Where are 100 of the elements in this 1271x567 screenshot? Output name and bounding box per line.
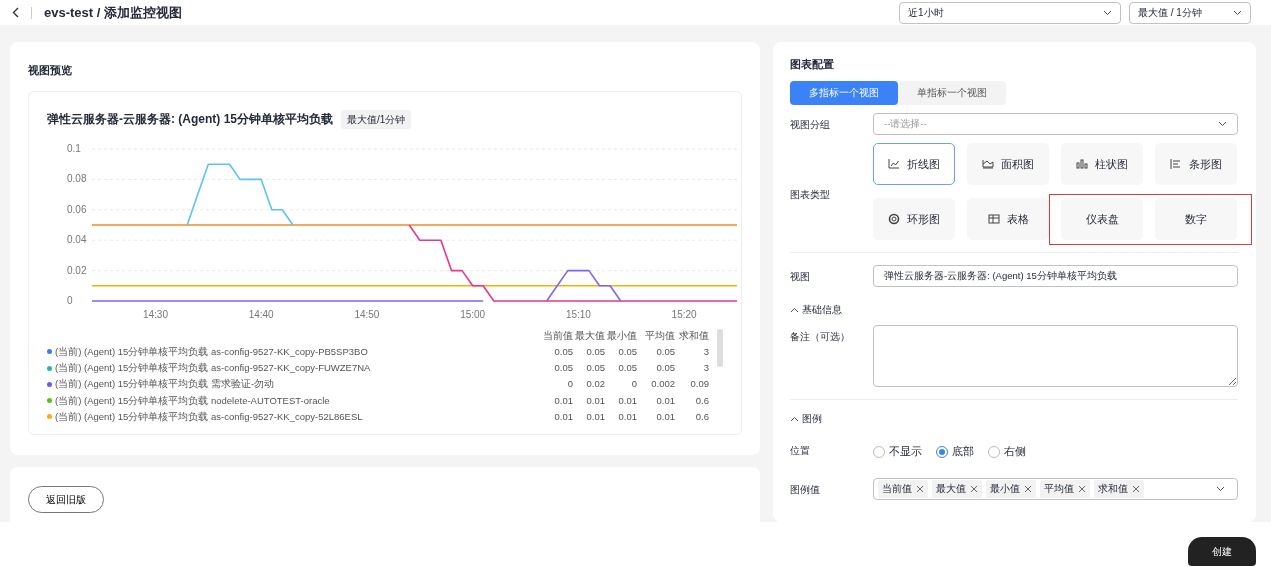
axis-tick-label: 15:10 [565,308,591,320]
legend-value: 0 [630,377,637,392]
view-mode-tab[interactable]: 多指标一个视图 [790,80,898,105]
time-range-select[interactable]: 近1小时 [899,1,1121,24]
aggregation-tag: 最大值/1分钟 [341,109,412,129]
chart-type-option[interactable]: 表格 [967,197,1049,240]
legend-position-radio[interactable]: 右侧 [988,443,1032,460]
create-button[interactable]: 创建 [1188,537,1256,566]
close-icon[interactable] [1078,484,1086,493]
legend-value: 0.01 [655,409,675,424]
legend-value: 0.01 [617,393,637,408]
legend-series-name: (当前) (Agent) 15分钟单核平均负载 nodelete-AUTOTEST-oracle [55,393,330,408]
area-chart-icon [982,157,994,170]
legend-column-header: 最大值 [574,328,605,343]
line-chart-icon [888,157,900,170]
donut-chart-icon [888,212,900,225]
legend-series-name: (当前) (Agent) 15分钟单核平均负载 需求验证-勿动 [55,377,275,392]
legend-value: 0.05 [655,361,675,375]
selected-value-tag: 求和值 [1094,479,1144,498]
table-icon [987,212,1000,225]
legend-position-radio[interactable]: 不显示 [873,443,928,460]
page-title: evs-test / 添加监控视图 [44,3,182,22]
legend-value: 0.01 [617,409,637,424]
chevron-down-icon [1103,9,1112,16]
close-icon[interactable] [1024,484,1032,493]
selected-value-tag: 最小值 [986,479,1036,498]
axis-tick-label: 0.08 [67,172,87,184]
field-label: 位置 [790,444,811,459]
legend-value: 0.6 [694,393,709,408]
section-title: 图表配置 [790,57,835,72]
legend-value: 0.05 [553,344,573,359]
close-icon[interactable] [916,484,924,493]
legend-value: 0.02 [585,377,605,392]
chart-type-option[interactable]: 面积图 [967,142,1049,185]
bar-chart-icon [1170,157,1182,170]
legend-value: 0.002 [650,377,675,392]
axis-tick-label: 15:00 [460,308,486,320]
axis-tick-label: 14:40 [248,308,274,320]
legend-value: 3 [702,344,709,359]
field-label: 视图 [790,269,811,284]
close-icon[interactable] [1132,484,1140,493]
section-title: 视图预览 [28,63,73,78]
legend-value: 0.05 [585,344,605,359]
axis-tick-label: 0.06 [67,203,87,215]
legend-series-name: (当前) (Agent) 15分钟单核平均负载 as-config-9527-KK_copy-52L86ESL [55,409,363,424]
axis-tick-label: 0.1 [67,142,81,154]
chevron-down-icon [1216,485,1225,492]
axis-tick-label: 0.04 [67,233,87,245]
chart-type-option[interactable]: 仪表盘 [1061,197,1143,240]
legend-values-select[interactable]: 当前值 最大值 最小值 平均值 求和值 [873,477,1238,500]
legend-series-name: (当前) (Agent) 15分钟单核平均负载 as-config-9527-KK_copy-PB5SP3BO [55,344,368,359]
legend-value: 0.05 [617,344,637,359]
selected-value-tag: 平均值 [1040,479,1090,498]
field-label: 图表类型 [790,187,831,202]
scrollbar[interactable] [717,328,723,367]
chart-type-option[interactable]: 条形图 [1155,142,1237,185]
legend-value: 0.09 [689,377,709,392]
back-icon[interactable] [12,7,19,18]
chevron-down-icon [1218,120,1227,127]
legend-value: 0.05 [553,361,573,375]
close-icon[interactable] [970,484,978,493]
legend-value: 0.01 [585,409,605,424]
section-toggle[interactable]: 基础信息 [790,302,1238,317]
axis-tick-label: 0.02 [67,264,87,276]
view-name-field[interactable]: 弹性云服务器-云服务器: (Agent) 15分钟单核平均负载 [873,264,1238,287]
selected-value-tag: 当前值 [878,479,928,498]
chart-type-option[interactable]: 柱状图 [1061,142,1143,185]
field-label: 图例值 [790,482,821,497]
legend-value: 0.01 [655,393,675,408]
chart-title: 弹性云服务器-云服务器: (Agent) 15分钟单核平均负载 [47,111,333,128]
axis-tick-label: 14:30 [142,308,168,320]
field-label: 备注（可选） [790,330,851,344]
legend-value: 0 [566,377,573,392]
legend-value: 0.01 [585,393,605,408]
chart-type-option[interactable]: 数字 [1155,197,1237,240]
legend-column-header: 最小值 [606,328,637,343]
back-to-old-version-button[interactable]: 返回旧版 [28,486,104,513]
legend-value: 0.05 [617,361,637,375]
legend-position-radio[interactable]: 底部 [936,443,980,460]
chart-type-option[interactable]: 环形图 [873,197,955,240]
legend-value: 0.05 [655,344,675,359]
column-chart-icon [1076,157,1088,170]
selected-value-tag: 最大值 [932,479,982,498]
section-toggle[interactable]: 图例 [790,412,1238,427]
axis-tick-label: 14:50 [354,308,380,320]
legend-column-header: 平均值 [644,328,675,343]
axis-tick-label: 0 [67,294,73,306]
legend-value: 3 [702,361,709,375]
chevron-down-icon [1233,9,1242,16]
chart-type-option[interactable]: 折线图 [873,142,955,185]
legend-column-header: 当前值 [542,328,573,343]
field-label: 视图分组 [790,117,831,132]
axis-tick-label: 15:20 [671,308,697,320]
legend-series-name: (当前) (Agent) 15分钟单核平均负载 as-config-9527-KK_copy-FUWZE7NA [55,361,371,375]
legend-value: 0.01 [553,409,573,424]
aggregation-select[interactable]: 最大值 / 1分钟 [1129,1,1251,24]
legend-column-header: 求和值 [678,328,709,343]
note-field[interactable] [873,325,1238,387]
view-mode-tab[interactable]: 单指标一个视图 [898,80,1006,105]
legend-value: 0.05 [585,361,605,375]
